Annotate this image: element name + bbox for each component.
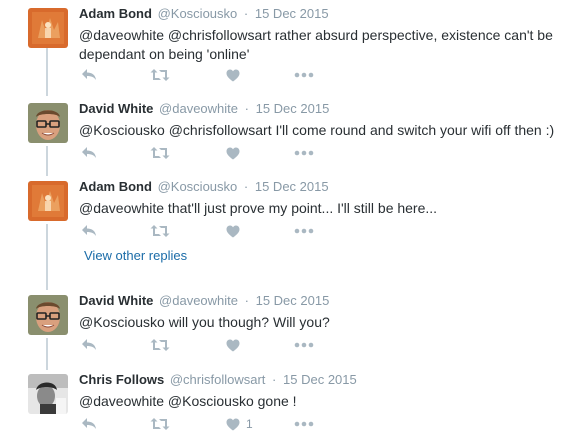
tweet-header: David White @daveowhite · 15 Dec 2015 <box>79 101 555 117</box>
more-button[interactable] <box>294 336 314 354</box>
separator: · <box>272 372 277 387</box>
reply-icon <box>82 147 96 158</box>
like-button[interactable] <box>226 222 240 240</box>
thread-connector <box>46 46 48 96</box>
tweet-text: @daveowhite @chrisfollowsart rather absu… <box>79 26 555 64</box>
like-button[interactable] <box>226 336 240 354</box>
tweet-text-line: @daveowhite @chrisfollowsart rather absu… <box>79 27 553 43</box>
retweet-icon <box>150 69 170 81</box>
tweet-actions <box>79 222 379 240</box>
retweet-button[interactable] <box>150 222 170 240</box>
username[interactable]: @daveowhite <box>159 293 238 308</box>
heart-icon <box>226 147 240 159</box>
retweet-icon <box>150 147 170 159</box>
like-button[interactable] <box>226 66 240 84</box>
thread-connector <box>46 338 48 370</box>
timestamp[interactable]: 15 Dec 2015 <box>255 6 329 21</box>
fullname[interactable]: David White <box>79 293 153 308</box>
tweet-actions <box>79 336 379 354</box>
more-dots-icon <box>294 150 314 156</box>
more-button[interactable] <box>294 144 314 162</box>
fullname[interactable]: Chris Follows <box>79 372 164 387</box>
tweet-text-line: @Kosciousko will you though? Will you? <box>79 314 330 330</box>
avatar[interactable] <box>28 8 68 48</box>
avatar[interactable] <box>28 295 68 335</box>
reply-icon <box>82 339 96 350</box>
timestamp[interactable]: 15 Dec 2015 <box>255 179 329 194</box>
more-button[interactable] <box>294 415 314 433</box>
retweet-icon <box>150 225 170 237</box>
tweet-text: @daveowhite that'll just prove my point.… <box>79 199 555 218</box>
retweet-button[interactable] <box>150 66 170 84</box>
reply-button[interactable] <box>81 66 97 84</box>
timestamp[interactable]: 15 Dec 2015 <box>256 101 330 116</box>
reply-button[interactable] <box>81 415 97 433</box>
tweet-text-line: @daveowhite that'll just prove my point.… <box>79 200 438 216</box>
like-button[interactable]: 1 <box>226 415 253 433</box>
tweet-header: David White @daveowhite · 15 Dec 2015 <box>79 293 555 309</box>
fullname[interactable]: David White <box>79 101 153 116</box>
thread-connector <box>46 224 48 290</box>
heart-icon <box>226 69 240 81</box>
fullname[interactable]: Adam Bond <box>79 179 152 194</box>
tweet-actions <box>79 144 379 162</box>
reply-button[interactable] <box>81 222 97 240</box>
tweet-text: @daveowhite @Kosciousko gone ! <box>79 392 555 411</box>
reply-button[interactable] <box>81 144 97 162</box>
thread-connector <box>46 146 48 176</box>
conversation-thread: Adam Bond @Kosciousko · 15 Dec 2015 @dav… <box>0 0 565 436</box>
tweet-text-line: @Kosciousko @chrisfollowsart I'll come r… <box>79 122 555 138</box>
heart-icon <box>226 418 240 430</box>
heart-icon <box>226 339 240 351</box>
tweet-actions <box>79 66 379 84</box>
avatar[interactable] <box>28 103 68 143</box>
username[interactable]: @daveowhite <box>159 101 238 116</box>
retweet-button[interactable] <box>150 336 170 354</box>
timestamp[interactable]: 15 Dec 2015 <box>283 372 357 387</box>
separator: · <box>243 179 249 194</box>
tweet-header: Chris Follows @chrisfollowsart · 15 Dec … <box>79 372 555 388</box>
username[interactable]: @chrisfollowsart <box>170 372 266 387</box>
fullname[interactable]: Adam Bond <box>79 6 152 21</box>
username[interactable]: @Kosciousko <box>158 6 238 21</box>
like-count: 1 <box>246 417 253 431</box>
tweet-text: @Kosciousko @chrisfollowsart I'll come r… <box>79 121 555 140</box>
retweet-icon <box>150 418 170 430</box>
separator: · <box>243 6 249 21</box>
more-dots-icon <box>294 228 314 234</box>
tweet-text: @Kosciousko will you though? Will you? <box>79 313 555 332</box>
reply-icon <box>82 225 96 236</box>
username[interactable]: @Kosciousko <box>158 179 238 194</box>
retweet-button[interactable] <box>150 415 170 433</box>
more-dots-icon <box>294 421 314 427</box>
heart-icon <box>226 225 240 237</box>
like-button[interactable] <box>226 144 240 162</box>
reply-icon <box>82 69 96 80</box>
tweet-header: Adam Bond @Kosciousko · 15 Dec 2015 <box>79 6 555 22</box>
tweet-actions: 1 <box>79 415 379 433</box>
separator: · <box>244 101 249 116</box>
more-button[interactable] <box>294 222 314 240</box>
retweet-icon <box>150 339 170 351</box>
tweet-text-line: dependant on being 'online' <box>79 46 250 62</box>
view-other-replies-link[interactable]: View other replies <box>84 248 187 264</box>
tweet-header: Adam Bond @Kosciousko · 15 Dec 2015 <box>79 179 555 195</box>
reply-button[interactable] <box>81 336 97 354</box>
reply-icon <box>82 418 96 429</box>
avatar[interactable] <box>28 181 68 221</box>
tweet-text-line: @daveowhite @Kosciousko gone ! <box>79 393 297 409</box>
retweet-button[interactable] <box>150 144 170 162</box>
timestamp[interactable]: 15 Dec 2015 <box>256 293 330 308</box>
separator: · <box>244 293 249 308</box>
avatar[interactable] <box>28 374 68 414</box>
more-dots-icon <box>294 72 314 78</box>
more-dots-icon <box>294 342 314 348</box>
more-button[interactable] <box>294 66 314 84</box>
